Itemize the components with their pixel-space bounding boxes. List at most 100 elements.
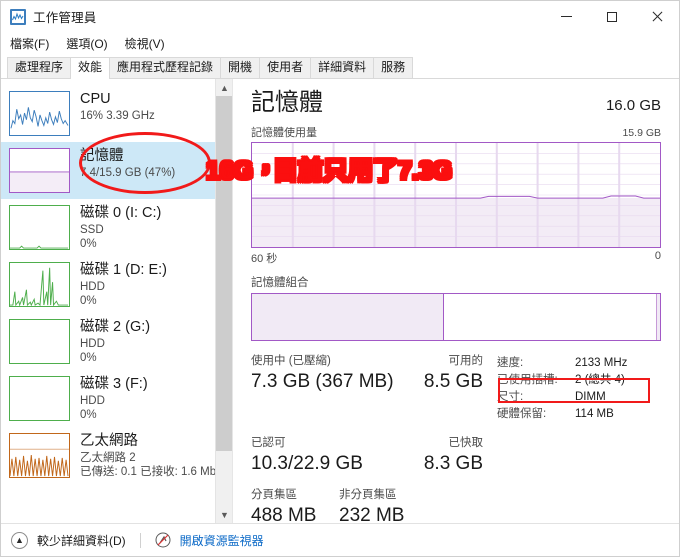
detail-slots-used-key: 已使用插槽: xyxy=(497,374,558,386)
window-controls xyxy=(544,1,679,32)
sidebar-item-memory-text: 記憶體 7.4/15.9 GB (47%) xyxy=(80,146,175,180)
sidebar-item-disk3-text: 磁碟 3 (F:) HDD 0% xyxy=(80,374,148,422)
sidebar-item-disk0-sub2: 0% xyxy=(80,238,97,250)
detail-slots-used: 已使用插槽: 2 (總共 4) xyxy=(497,372,661,389)
close-button[interactable] xyxy=(634,1,679,32)
stat-committed-label: 已認可 xyxy=(251,437,286,449)
title-bar: 工作管理員 xyxy=(1,1,679,32)
usage-chart-max: 15.9 GB xyxy=(622,127,661,139)
sidebar-item-disk3[interactable]: 磁碟 3 (F:) HDD 0% xyxy=(1,370,232,427)
task-manager-window: 工作管理員 檔案(F) 選項(O) 檢視(V) 處理程序 效能 應用程式歷程記錄… xyxy=(0,0,680,557)
detail-hardware-reserved-value: 114 MB xyxy=(575,408,614,420)
minimize-icon xyxy=(561,16,572,17)
title-bar-left: 工作管理員 xyxy=(1,7,97,26)
disk3-thumbnail-graph xyxy=(9,376,70,421)
stat-cached-value: 8.3 GB xyxy=(423,453,483,474)
sidebar-item-memory[interactable]: 記憶體 7.4/15.9 GB (47%) xyxy=(1,142,232,199)
sidebar-item-ethernet[interactable]: 乙太網路 乙太網路 2 已傳送: 0.1 已接收: 1.6 Mb xyxy=(1,427,232,484)
menu-file[interactable]: 檔案(F) xyxy=(10,35,49,52)
sidebar-item-disk2[interactable]: 磁碟 2 (G:) HDD 0% xyxy=(1,313,232,370)
sidebar-item-disk1-sub2: 0% xyxy=(80,295,97,307)
sidebar-item-disk0-text: 磁碟 0 (I: C:) SSD 0% xyxy=(80,203,161,251)
usage-chart-axis: 60 秒 0 xyxy=(251,250,661,266)
stat-in-use-label: 使用中 (已壓縮) xyxy=(251,355,331,367)
memory-stats-left-1: 使用中 (已壓縮) 7.3 GB (367 MB) 可用的 8.5 GB xyxy=(251,353,483,423)
memory-stats-row-3: 分頁集區 488 MB 非分頁集區 232 MB xyxy=(251,487,661,529)
disk2-thumbnail-graph xyxy=(9,319,70,364)
memory-stats-row-1: 使用中 (已壓縮) 7.3 GB (367 MB) 可用的 8.5 GB 速度:… xyxy=(251,353,661,423)
stat-paged-pool-label: 分頁集區 xyxy=(251,489,297,501)
sidebar-item-ethernet-sub2: 已傳送: 0.1 已接收: 1.6 Mb xyxy=(80,466,217,478)
menu-view[interactable]: 檢視(V) xyxy=(125,35,165,52)
stat-available-value: 8.5 GB xyxy=(423,371,483,392)
content-area: CPU 16% 3.39 GHz 記憶體 7.4/15.9 GB (47%) 磁… xyxy=(1,79,679,526)
tab-performance[interactable]: 效能 xyxy=(70,57,111,79)
memory-composition-bar[interactable] xyxy=(251,293,661,341)
stat-available-label: 可用的 xyxy=(448,355,484,367)
sidebar-item-disk1-sub: HDD xyxy=(80,281,105,293)
detail-hardware-reserved: 硬體保留: 114 MB xyxy=(497,406,661,423)
status-divider xyxy=(139,532,141,548)
scroll-up-icon[interactable]: ▲ xyxy=(216,79,232,96)
sidebar-item-disk2-sub2: 0% xyxy=(80,352,97,364)
sidebar-scrollbar[interactable]: ▲ ▼ xyxy=(215,79,232,523)
tab-services[interactable]: 服務 xyxy=(373,57,414,78)
scrollbar-thumb[interactable] xyxy=(216,96,232,451)
sidebar-item-disk0-sub: SSD xyxy=(80,224,104,236)
tab-processes[interactable]: 處理程序 xyxy=(7,57,72,78)
stat-paged-pool: 分頁集區 488 MB xyxy=(251,487,339,529)
window-title: 工作管理員 xyxy=(33,11,97,25)
detail-hardware-reserved-key: 硬體保留: xyxy=(497,408,547,420)
sidebar-item-disk2-title: 磁碟 2 (G:) xyxy=(80,319,151,335)
panel-header: 記憶體 16.0 GB xyxy=(251,88,661,118)
tab-users[interactable]: 使用者 xyxy=(259,57,312,78)
maximize-button[interactable] xyxy=(589,1,634,32)
detail-form-factor-key: 尺寸: xyxy=(497,391,524,403)
maximize-icon xyxy=(606,11,617,22)
sidebar-item-cpu-sub: 16% 3.39 GHz xyxy=(80,110,155,122)
memory-usage-line xyxy=(252,143,660,247)
tab-app-history[interactable]: 應用程式歷程記錄 xyxy=(109,57,222,78)
stat-available: 可用的 8.5 GB xyxy=(367,353,483,423)
minimize-button[interactable] xyxy=(544,1,589,32)
sidebar-item-disk2-text: 磁碟 2 (G:) HDD 0% xyxy=(80,317,150,365)
stat-paged-pool-value: 488 MB xyxy=(251,505,317,526)
stat-in-use-value: 7.3 GB (367 MB) xyxy=(251,371,394,392)
detail-form-factor: 尺寸: DIMM xyxy=(497,389,661,406)
memory-composition-label: 記憶體組合 xyxy=(251,277,309,289)
memory-composition-used xyxy=(252,294,444,340)
fewer-details-button[interactable]: 較少詳細資料(D) xyxy=(37,532,126,549)
menu-options[interactable]: 選項(O) xyxy=(66,35,107,52)
detail-slots-used-value: 2 (總共 4) xyxy=(575,374,625,386)
total-memory-value: 16.0 GB xyxy=(605,97,661,114)
sidebar-item-disk0[interactable]: 磁碟 0 (I: C:) SSD 0% xyxy=(1,199,232,256)
stat-committed-value: 10.3/22.9 GB xyxy=(251,453,363,474)
scroll-down-icon[interactable]: ▼ xyxy=(216,506,232,523)
detail-speed-key: 速度: xyxy=(497,357,524,369)
stat-nonpaged-pool: 非分頁集區 232 MB xyxy=(339,487,427,529)
memory-stats-row-2: 已認可 10.3/22.9 GB 已快取 8.3 GB xyxy=(251,435,661,477)
page-title: 記憶體 xyxy=(251,89,323,116)
chevron-up-icon[interactable]: ▲ xyxy=(11,531,28,549)
detail-form-factor-value: DIMM xyxy=(575,391,606,403)
sidebar-item-ethernet-text: 乙太網路 乙太網路 2 已傳送: 0.1 已接收: 1.6 Mb xyxy=(80,431,216,479)
sidebar-item-disk1[interactable]: 磁碟 1 (D: E:) HDD 0% xyxy=(1,256,232,313)
memory-composition-tail xyxy=(656,294,660,340)
tab-startup[interactable]: 開機 xyxy=(220,57,261,78)
sidebar-item-disk1-text: 磁碟 1 (D: E:) HDD 0% xyxy=(80,260,167,308)
stat-cached: 已快取 8.3 GB xyxy=(367,435,483,477)
resource-list: CPU 16% 3.39 GHz 記憶體 7.4/15.9 GB (47%) 磁… xyxy=(1,79,232,484)
open-resource-monitor-link[interactable]: 開啟資源監視器 xyxy=(180,532,264,549)
sidebar-item-disk0-title: 磁碟 0 (I: C:) xyxy=(80,205,162,221)
tab-strip: 處理程序 效能 應用程式歷程記錄 開機 使用者 詳細資料 服務 xyxy=(1,55,679,79)
sidebar-item-memory-title: 記憶體 xyxy=(80,148,124,164)
disk1-thumbnail-graph xyxy=(9,262,70,307)
sidebar-item-cpu[interactable]: CPU 16% 3.39 GHz xyxy=(1,85,232,142)
tab-details[interactable]: 詳細資料 xyxy=(310,57,375,78)
ethernet-thumbnail-graph xyxy=(9,433,70,478)
sidebar-item-disk3-title: 磁碟 3 (F:) xyxy=(80,376,148,392)
sidebar-item-cpu-text: CPU 16% 3.39 GHz xyxy=(80,89,155,123)
memory-usage-graph xyxy=(251,142,661,248)
sidebar-item-ethernet-sub: 乙太網路 2 xyxy=(80,452,136,464)
memory-hardware-details: 速度: 2133 MHz 已使用插槽: 2 (總共 4) 尺寸: DIMM 硬體… xyxy=(483,353,661,423)
